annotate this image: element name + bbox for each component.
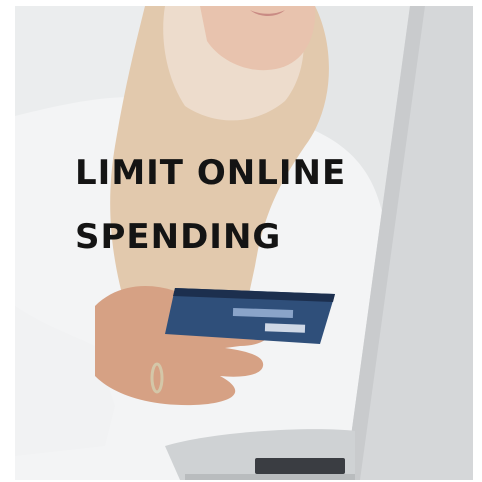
credit-card [165,288,335,344]
image-frame: LIMIT ONLINE SPENDING [0,0,482,482]
headline-line-2: SPENDING [75,217,282,257]
photo: LIMIT ONLINE SPENDING [15,6,473,480]
laptop-keyboard [255,458,345,474]
headline-line-1: LIMIT ONLINE [75,153,347,193]
